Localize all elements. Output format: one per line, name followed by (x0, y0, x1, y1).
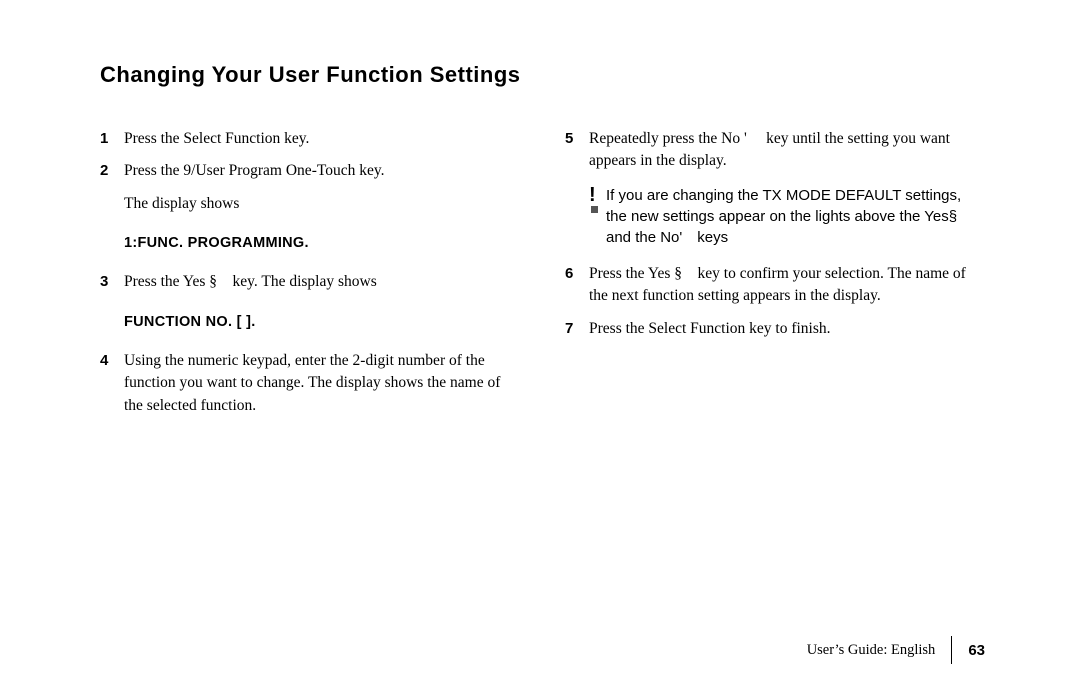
footer-label: User’s Guide: English (807, 642, 952, 659)
step-text: Press the Select Function key to finish. (589, 318, 831, 340)
step-text: Repeatedly press the No ' key until the … (589, 128, 985, 173)
note-block: ! If you are changing the TX MODE DEFAUL… (589, 185, 985, 248)
step-text: Press the Yes § key to confirm your sele… (589, 263, 985, 308)
step-number: 1 (100, 128, 118, 150)
step-number: 2 (100, 160, 118, 182)
content-columns: 1 Press the Select Function key. 2 Press… (100, 128, 985, 427)
note-text: If you are changing the TX MODE DEFAULT … (606, 185, 985, 248)
step-text: Press the 9/User Program One-Touch key. (124, 160, 385, 182)
page-number: 63 (952, 642, 985, 659)
step-3: 3 Press the Yes § key. The display shows (100, 271, 520, 293)
display-text-2: FUNCTION NO. [ ]. (124, 314, 520, 330)
step-number: 4 (100, 350, 118, 417)
step-text: Press the Select Function key. (124, 128, 309, 150)
step-4: 4 Using the numeric keypad, enter the 2-… (100, 350, 520, 417)
step-2-continuation: The display shows (124, 193, 520, 215)
step-number: 3 (100, 271, 118, 293)
step-2: 2 Press the 9/User Program One-Touch key… (100, 160, 520, 182)
important-icon: ! (589, 185, 598, 248)
step-text: Using the numeric keypad, enter the 2-di… (124, 350, 520, 417)
section-heading: Changing Your User Function Settings (100, 62, 985, 88)
left-column: 1 Press the Select Function key. 2 Press… (100, 128, 520, 427)
step-text: Press the Yes § key. The display shows (124, 271, 377, 293)
right-column: 5 Repeatedly press the No ' key until th… (565, 128, 985, 427)
page-footer: User’s Guide: English 63 (807, 636, 985, 664)
display-text-1: 1:FUNC. PROGRAMMING. (124, 235, 520, 251)
step-7: 7 Press the Select Function key to finis… (565, 318, 985, 340)
step-number: 5 (565, 128, 583, 173)
step-number: 7 (565, 318, 583, 340)
step-6: 6 Press the Yes § key to confirm your se… (565, 263, 985, 308)
step-1: 1 Press the Select Function key. (100, 128, 520, 150)
step-5: 5 Repeatedly press the No ' key until th… (565, 128, 985, 173)
step-number: 6 (565, 263, 583, 308)
